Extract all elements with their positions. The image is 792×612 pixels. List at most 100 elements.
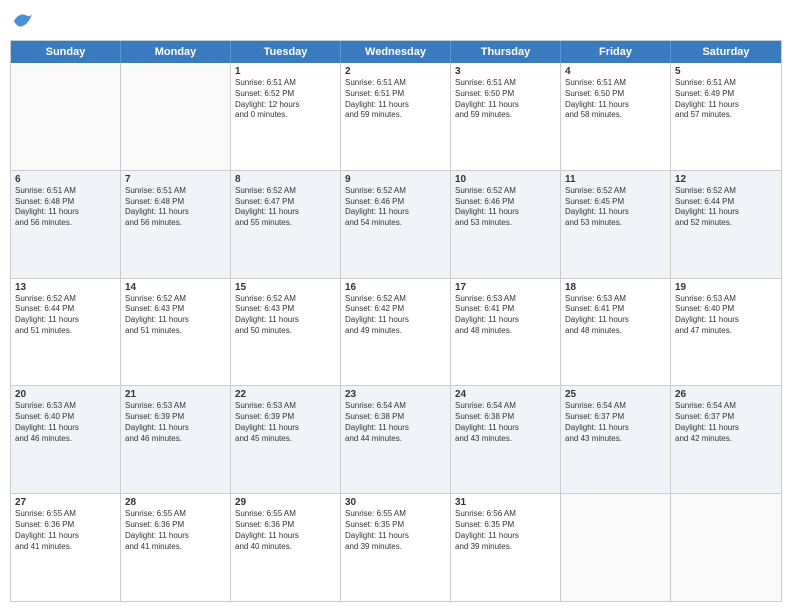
cell-info: Sunrise: 6:52 AMSunset: 6:43 PMDaylight:… (235, 294, 336, 337)
calendar-cell-day-10: 10Sunrise: 6:52 AMSunset: 6:46 PMDayligh… (451, 171, 561, 278)
calendar-cell-day-30: 30Sunrise: 6:55 AMSunset: 6:35 PMDayligh… (341, 494, 451, 601)
calendar-cell-day-17: 17Sunrise: 6:53 AMSunset: 6:41 PMDayligh… (451, 279, 561, 386)
calendar-cell-day-16: 16Sunrise: 6:52 AMSunset: 6:42 PMDayligh… (341, 279, 451, 386)
calendar-cell-day-24: 24Sunrise: 6:54 AMSunset: 6:38 PMDayligh… (451, 386, 561, 493)
cell-info: Sunrise: 6:55 AMSunset: 6:36 PMDaylight:… (15, 509, 116, 552)
weekday-header-friday: Friday (561, 41, 671, 63)
day-number: 21 (125, 389, 226, 400)
cell-info: Sunrise: 6:54 AMSunset: 6:37 PMDaylight:… (675, 401, 777, 444)
weekday-header-sunday: Sunday (11, 41, 121, 63)
calendar-cell-day-27: 27Sunrise: 6:55 AMSunset: 6:36 PMDayligh… (11, 494, 121, 601)
day-number: 7 (125, 174, 226, 185)
calendar-cell-day-20: 20Sunrise: 6:53 AMSunset: 6:40 PMDayligh… (11, 386, 121, 493)
day-number: 14 (125, 282, 226, 293)
calendar-cell-day-3: 3Sunrise: 6:51 AMSunset: 6:50 PMDaylight… (451, 63, 561, 170)
cell-info: Sunrise: 6:55 AMSunset: 6:35 PMDaylight:… (345, 509, 446, 552)
day-number: 27 (15, 497, 116, 508)
day-number: 23 (345, 389, 446, 400)
calendar-cell-day-23: 23Sunrise: 6:54 AMSunset: 6:38 PMDayligh… (341, 386, 451, 493)
weekday-header-thursday: Thursday (451, 41, 561, 63)
logo-icon (12, 10, 34, 32)
cell-info: Sunrise: 6:52 AMSunset: 6:47 PMDaylight:… (235, 186, 336, 229)
calendar-cell-day-18: 18Sunrise: 6:53 AMSunset: 6:41 PMDayligh… (561, 279, 671, 386)
day-number: 9 (345, 174, 446, 185)
day-number: 15 (235, 282, 336, 293)
weekday-header-monday: Monday (121, 41, 231, 63)
day-number: 30 (345, 497, 446, 508)
cell-info: Sunrise: 6:53 AMSunset: 6:41 PMDaylight:… (565, 294, 666, 337)
calendar-cell-day-11: 11Sunrise: 6:52 AMSunset: 6:45 PMDayligh… (561, 171, 671, 278)
calendar-body: 1Sunrise: 6:51 AMSunset: 6:52 PMDaylight… (11, 63, 781, 601)
calendar-row-2: 13Sunrise: 6:52 AMSunset: 6:44 PMDayligh… (11, 279, 781, 387)
calendar-cell-day-5: 5Sunrise: 6:51 AMSunset: 6:49 PMDaylight… (671, 63, 781, 170)
cell-info: Sunrise: 6:52 AMSunset: 6:42 PMDaylight:… (345, 294, 446, 337)
calendar-cell-empty (561, 494, 671, 601)
day-number: 11 (565, 174, 666, 185)
calendar-cell-day-15: 15Sunrise: 6:52 AMSunset: 6:43 PMDayligh… (231, 279, 341, 386)
day-number: 19 (675, 282, 777, 293)
calendar-row-3: 20Sunrise: 6:53 AMSunset: 6:40 PMDayligh… (11, 386, 781, 494)
calendar-row-1: 6Sunrise: 6:51 AMSunset: 6:48 PMDaylight… (11, 171, 781, 279)
weekday-header-tuesday: Tuesday (231, 41, 341, 63)
day-number: 6 (15, 174, 116, 185)
cell-info: Sunrise: 6:55 AMSunset: 6:36 PMDaylight:… (125, 509, 226, 552)
calendar-cell-day-21: 21Sunrise: 6:53 AMSunset: 6:39 PMDayligh… (121, 386, 231, 493)
calendar: SundayMondayTuesdayWednesdayThursdayFrid… (10, 40, 782, 602)
day-number: 31 (455, 497, 556, 508)
calendar-cell-day-8: 8Sunrise: 6:52 AMSunset: 6:47 PMDaylight… (231, 171, 341, 278)
day-number: 8 (235, 174, 336, 185)
cell-info: Sunrise: 6:53 AMSunset: 6:39 PMDaylight:… (235, 401, 336, 444)
header (10, 10, 782, 32)
cell-info: Sunrise: 6:52 AMSunset: 6:46 PMDaylight:… (345, 186, 446, 229)
calendar-cell-empty (11, 63, 121, 170)
day-number: 20 (15, 389, 116, 400)
calendar-row-0: 1Sunrise: 6:51 AMSunset: 6:52 PMDaylight… (11, 63, 781, 171)
day-number: 12 (675, 174, 777, 185)
calendar-cell-empty (671, 494, 781, 601)
cell-info: Sunrise: 6:55 AMSunset: 6:36 PMDaylight:… (235, 509, 336, 552)
calendar-cell-day-14: 14Sunrise: 6:52 AMSunset: 6:43 PMDayligh… (121, 279, 231, 386)
cell-info: Sunrise: 6:52 AMSunset: 6:46 PMDaylight:… (455, 186, 556, 229)
day-number: 28 (125, 497, 226, 508)
day-number: 18 (565, 282, 666, 293)
cell-info: Sunrise: 6:53 AMSunset: 6:39 PMDaylight:… (125, 401, 226, 444)
day-number: 13 (15, 282, 116, 293)
cell-info: Sunrise: 6:53 AMSunset: 6:40 PMDaylight:… (675, 294, 777, 337)
calendar-cell-day-4: 4Sunrise: 6:51 AMSunset: 6:50 PMDaylight… (561, 63, 671, 170)
calendar-cell-day-2: 2Sunrise: 6:51 AMSunset: 6:51 PMDaylight… (341, 63, 451, 170)
calendar-cell-day-1: 1Sunrise: 6:51 AMSunset: 6:52 PMDaylight… (231, 63, 341, 170)
day-number: 5 (675, 66, 777, 77)
day-number: 2 (345, 66, 446, 77)
day-number: 1 (235, 66, 336, 77)
calendar-cell-day-7: 7Sunrise: 6:51 AMSunset: 6:48 PMDaylight… (121, 171, 231, 278)
day-number: 10 (455, 174, 556, 185)
day-number: 17 (455, 282, 556, 293)
calendar-cell-day-22: 22Sunrise: 6:53 AMSunset: 6:39 PMDayligh… (231, 386, 341, 493)
cell-info: Sunrise: 6:51 AMSunset: 6:52 PMDaylight:… (235, 78, 336, 121)
calendar-cell-day-13: 13Sunrise: 6:52 AMSunset: 6:44 PMDayligh… (11, 279, 121, 386)
calendar-cell-day-29: 29Sunrise: 6:55 AMSunset: 6:36 PMDayligh… (231, 494, 341, 601)
day-number: 25 (565, 389, 666, 400)
cell-info: Sunrise: 6:51 AMSunset: 6:48 PMDaylight:… (15, 186, 116, 229)
cell-info: Sunrise: 6:53 AMSunset: 6:40 PMDaylight:… (15, 401, 116, 444)
day-number: 22 (235, 389, 336, 400)
cell-info: Sunrise: 6:54 AMSunset: 6:37 PMDaylight:… (565, 401, 666, 444)
calendar-cell-day-31: 31Sunrise: 6:56 AMSunset: 6:35 PMDayligh… (451, 494, 561, 601)
weekday-header-wednesday: Wednesday (341, 41, 451, 63)
calendar-cell-day-12: 12Sunrise: 6:52 AMSunset: 6:44 PMDayligh… (671, 171, 781, 278)
day-number: 26 (675, 389, 777, 400)
day-number: 29 (235, 497, 336, 508)
cell-info: Sunrise: 6:51 AMSunset: 6:50 PMDaylight:… (565, 78, 666, 121)
logo (10, 10, 34, 32)
day-number: 24 (455, 389, 556, 400)
calendar-header: SundayMondayTuesdayWednesdayThursdayFrid… (11, 41, 781, 63)
cell-info: Sunrise: 6:51 AMSunset: 6:49 PMDaylight:… (675, 78, 777, 121)
day-number: 4 (565, 66, 666, 77)
calendar-cell-day-6: 6Sunrise: 6:51 AMSunset: 6:48 PMDaylight… (11, 171, 121, 278)
calendar-row-4: 27Sunrise: 6:55 AMSunset: 6:36 PMDayligh… (11, 494, 781, 601)
day-number: 3 (455, 66, 556, 77)
cell-info: Sunrise: 6:52 AMSunset: 6:44 PMDaylight:… (15, 294, 116, 337)
cell-info: Sunrise: 6:51 AMSunset: 6:50 PMDaylight:… (455, 78, 556, 121)
calendar-cell-day-25: 25Sunrise: 6:54 AMSunset: 6:37 PMDayligh… (561, 386, 671, 493)
calendar-cell-day-28: 28Sunrise: 6:55 AMSunset: 6:36 PMDayligh… (121, 494, 231, 601)
